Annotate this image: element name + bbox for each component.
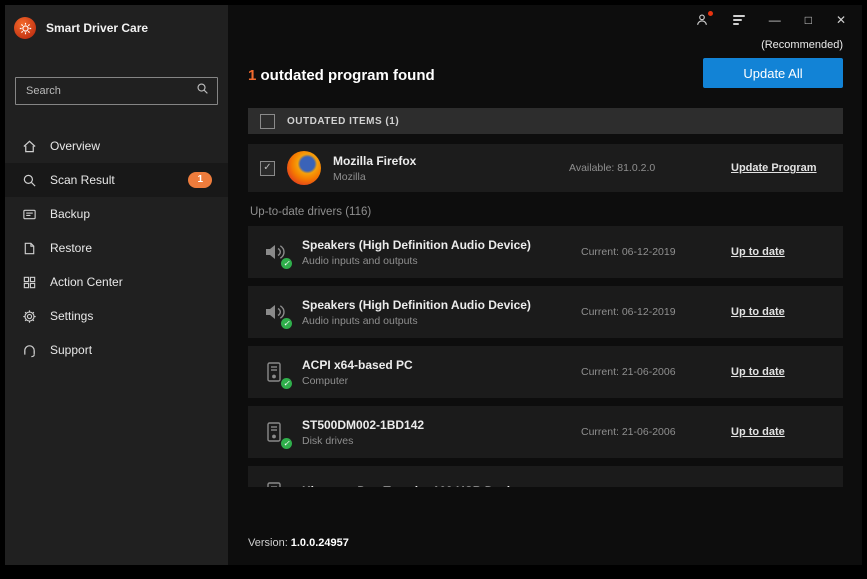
magnifier-icon <box>21 172 37 188</box>
sidebar-item-label: Support <box>50 343 92 357</box>
sidebar-item-restore[interactable]: Restore <box>5 231 228 265</box>
sidebar-item-label: Restore <box>50 241 92 255</box>
driver-current-date: Current: 21-06-2006 <box>581 486 731 487</box>
driver-row[interactable]: ST500DM002-1BD142 Disk drives Current: 2… <box>248 406 843 458</box>
outdated-program-row[interactable]: Mozilla Firefox Mozilla Available: 81.0.… <box>248 144 843 192</box>
grid-icon <box>21 274 37 290</box>
sidebar-item-label: Action Center <box>50 275 123 289</box>
sidebar-nav: Overview Scan Result 1 Backup Restor <box>5 129 228 367</box>
sidebar-item-settings[interactable]: Settings <box>5 299 228 333</box>
results-header: 1 outdated program found (Recommended) U… <box>228 35 862 88</box>
user-icon[interactable] <box>695 13 709 27</box>
version-row: Version:1.0.0.24957 <box>228 537 862 565</box>
driver-category: Disk drives <box>302 435 581 447</box>
uptodate-link[interactable]: Up to date <box>731 306 831 318</box>
disk-icon <box>260 418 288 446</box>
computer-icon <box>260 358 288 386</box>
titlebar: — □ ✕ <box>228 5 862 35</box>
driver-row[interactable]: Speakers (High Definition Audio Device) … <box>248 226 843 278</box>
app-title: Smart Driver Care <box>46 21 148 35</box>
sidebar-item-backup[interactable]: Backup <box>5 197 228 231</box>
usb-device-icon <box>260 478 288 487</box>
driver-name: Speakers (High Definition Audio Device) <box>302 238 581 252</box>
recommended-label: (Recommended) <box>761 39 843 51</box>
driver-name: Speakers (High Definition Audio Device) <box>302 298 581 312</box>
app-window: Smart Driver Care Overview Scan Result 1 <box>5 5 862 565</box>
uptodate-link[interactable]: Up to date <box>731 246 831 258</box>
search-box <box>15 77 218 105</box>
driver-current-date: Current: 06-12-2019 <box>581 246 731 258</box>
sidebar-item-label: Settings <box>50 309 93 323</box>
sidebar-item-label: Backup <box>50 207 90 221</box>
menu-icon[interactable] <box>733 15 745 25</box>
update-program-link[interactable]: Update Program <box>731 162 831 174</box>
program-name: Mozilla Firefox <box>333 154 557 168</box>
driver-category: Computer <box>302 375 581 387</box>
outdated-item-checkbox[interactable] <box>260 161 275 176</box>
headset-icon <box>21 342 37 358</box>
app-logo-gear-icon <box>14 17 36 39</box>
minimize-button[interactable]: — <box>769 14 781 26</box>
driver-list: OUTDATED ITEMS (1) Mozilla Firefox Mozil… <box>248 108 843 487</box>
driver-current-date: Current: 21-06-2006 <box>581 426 731 438</box>
uptodate-check-icon <box>281 378 292 389</box>
maximize-button[interactable]: □ <box>805 14 812 26</box>
search-input[interactable] <box>24 84 196 98</box>
driver-category: Audio inputs and outputs <box>302 315 581 327</box>
firefox-icon <box>287 151 321 185</box>
version-value: 1.0.0.24957 <box>291 537 349 549</box>
driver-row[interactable]: Speakers (High Definition Audio Device) … <box>248 286 843 338</box>
notification-dot <box>708 11 713 16</box>
sidebar-item-label: Scan Result <box>50 173 115 187</box>
driver-category: Audio inputs and outputs <box>302 255 581 267</box>
driver-row[interactable]: ACPI x64-based PC Computer Current: 21-0… <box>248 346 843 398</box>
main-panel: — □ ✕ 1 outdated program found (Recommen… <box>228 5 862 565</box>
uptodate-link[interactable]: Up to date <box>731 426 831 438</box>
update-all-button[interactable]: Update All <box>703 58 843 88</box>
sidebar-item-scan-result[interactable]: Scan Result 1 <box>5 163 228 197</box>
driver-row[interactable]: Kingston DataTraveler 109 USB Device Cur… <box>248 466 843 487</box>
sidebar-item-label: Overview <box>50 139 100 153</box>
restore-icon <box>21 240 37 256</box>
uptodate-link[interactable]: Up to date <box>731 366 831 378</box>
backup-icon <box>21 206 37 222</box>
driver-name: ST500DM002-1BD142 <box>302 418 581 432</box>
driver-name: ACPI x64-based PC <box>302 358 581 372</box>
speaker-icon <box>260 298 288 326</box>
gear-icon <box>21 308 37 324</box>
driver-name: Kingston DataTraveler 109 USB Device <box>302 484 581 488</box>
page-title: 1 outdated program found <box>248 67 435 84</box>
uptodate-check-icon <box>281 438 292 449</box>
app-header: Smart Driver Care <box>5 5 228 43</box>
sidebar-item-support[interactable]: Support <box>5 333 228 367</box>
uptodate-check-icon <box>281 258 292 269</box>
driver-current-date: Current: 06-12-2019 <box>581 306 731 318</box>
uptodate-check-icon <box>281 318 292 329</box>
driver-current-date: Current: 21-06-2006 <box>581 366 731 378</box>
sidebar-item-action-center[interactable]: Action Center <box>5 265 228 299</box>
scan-result-count-badge: 1 <box>188 172 212 188</box>
program-available-version: Available: 81.0.2.0 <box>569 162 719 174</box>
close-button[interactable]: ✕ <box>836 14 846 26</box>
search-icon[interactable] <box>196 82 209 100</box>
program-vendor: Mozilla <box>333 171 557 183</box>
sidebar: Smart Driver Care Overview Scan Result 1 <box>5 5 228 565</box>
sidebar-item-overview[interactable]: Overview <box>5 129 228 163</box>
outdated-items-header-label: OUTDATED ITEMS (1) <box>287 116 399 127</box>
version-label: Version: <box>248 537 288 549</box>
select-all-checkbox[interactable] <box>260 114 275 129</box>
outdated-items-header: OUTDATED ITEMS (1) <box>248 108 843 134</box>
speaker-icon <box>260 238 288 266</box>
uptodate-section-label: Up-to-date drivers (116) <box>250 206 843 218</box>
home-icon <box>21 138 37 154</box>
